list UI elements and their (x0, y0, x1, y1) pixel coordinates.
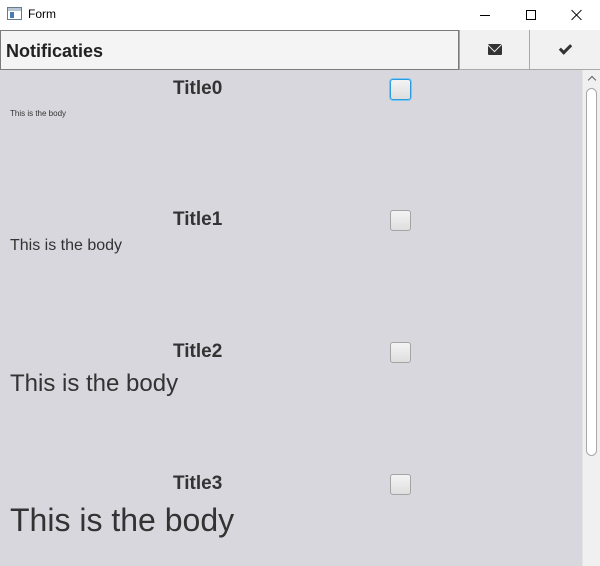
minimize-button[interactable] (462, 0, 508, 30)
mail-button[interactable] (459, 30, 529, 70)
minimize-icon (480, 14, 490, 16)
chevron-up-icon (587, 75, 596, 85)
check-icon (558, 40, 572, 55)
notification-title: Title1 (173, 209, 223, 230)
confirm-button[interactable] (529, 30, 600, 70)
notification-title: Title3 (173, 473, 223, 494)
window-title-bar[interactable]: Form (0, 0, 600, 30)
toolbar: Notificaties (0, 30, 600, 70)
scroll-up-button[interactable] (583, 70, 600, 86)
notification-checkbox[interactable] (390, 79, 411, 100)
notification-body: This is the body (10, 370, 179, 397)
notification-title: Title2 (173, 341, 223, 362)
app-window-icon (7, 7, 22, 20)
notification-title: Title0 (173, 78, 223, 99)
notification-body: This is the body (10, 502, 235, 538)
window-title: Form (28, 7, 56, 21)
heading-panel: Notificaties (0, 30, 459, 70)
notification-body: This is the body (10, 109, 67, 118)
notification-checkbox[interactable] (390, 474, 411, 495)
vertical-scrollbar[interactable] (582, 70, 600, 566)
envelope-icon (487, 44, 502, 55)
notification-checkbox[interactable] (390, 342, 411, 363)
maximize-icon (526, 10, 536, 20)
close-button[interactable] (554, 0, 600, 30)
maximize-button[interactable] (508, 0, 554, 30)
notification-checkbox[interactable] (390, 210, 411, 231)
page-title: Notificaties (6, 41, 104, 61)
notification-list[interactable]: Title0 This is the body Title1 This is t… (0, 70, 600, 566)
close-icon (571, 9, 583, 21)
notification-body: This is the body (10, 237, 123, 254)
scroll-thumb[interactable] (586, 88, 597, 456)
